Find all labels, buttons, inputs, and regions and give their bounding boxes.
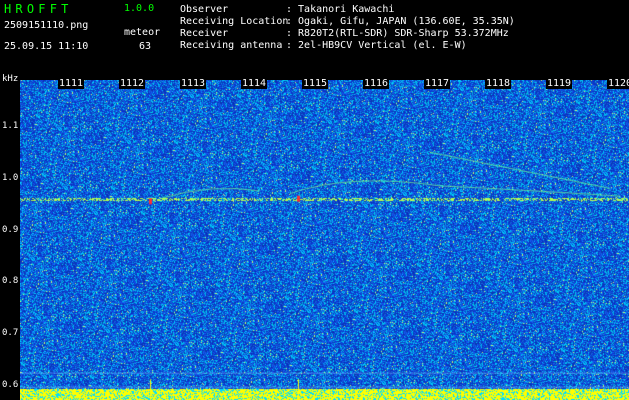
observer-label: Observer <box>180 4 229 15</box>
meteor-label: meteor <box>124 27 161 38</box>
timestamp: 25.09.15 11:10 <box>4 41 89 52</box>
time-tick-label: 1120 <box>607 79 629 89</box>
receiver-value: : R820T2(RTL-SDR) SDR-Sharp 53.372MHz <box>286 28 509 39</box>
app-version: 1.0.0 <box>124 3 155 14</box>
time-tick-label: 1118 <box>485 78 512 89</box>
antenna-value: : 2el-HB9CV Vertical (el. E-W) <box>286 40 467 51</box>
y-tick-label: 0.6 <box>2 379 19 390</box>
antenna-label: Receiving antenna <box>180 40 283 51</box>
time-tick-label: 1112 <box>119 78 146 89</box>
time-tick-label: 1117 <box>424 78 451 89</box>
time-tick-label: 1113 <box>180 78 207 89</box>
time-tick-label: 1119 <box>546 78 573 89</box>
time-tick-label: 1115 <box>302 78 329 89</box>
y-tick-label: 0.7 <box>2 327 19 338</box>
y-tick-label: 1.0 <box>2 173 19 184</box>
receiver-label: Receiver <box>180 28 229 39</box>
meteor-count: 63 <box>139 41 152 52</box>
location-value: : Ogaki, Gifu, JAPAN (136.60E, 35.35N) <box>286 16 515 27</box>
time-tick-label: 1116 <box>363 78 390 89</box>
time-tick-label: 1114 <box>241 78 268 89</box>
y-tick-label: 0.9 <box>2 224 19 235</box>
file-name: 2509151110.png <box>4 20 89 31</box>
spectrogram-canvas <box>20 80 629 400</box>
observer-value: : Takanori Kawachi <box>286 4 395 15</box>
y-axis-unit: kHz <box>2 74 19 84</box>
app-logo: HROFFT <box>4 2 73 16</box>
y-tick-label: 0.8 <box>2 276 19 287</box>
y-tick-label: 1.1 <box>2 121 19 132</box>
time-tick-label: 1111 <box>58 78 85 89</box>
location-label: Receiving Location <box>180 16 289 27</box>
